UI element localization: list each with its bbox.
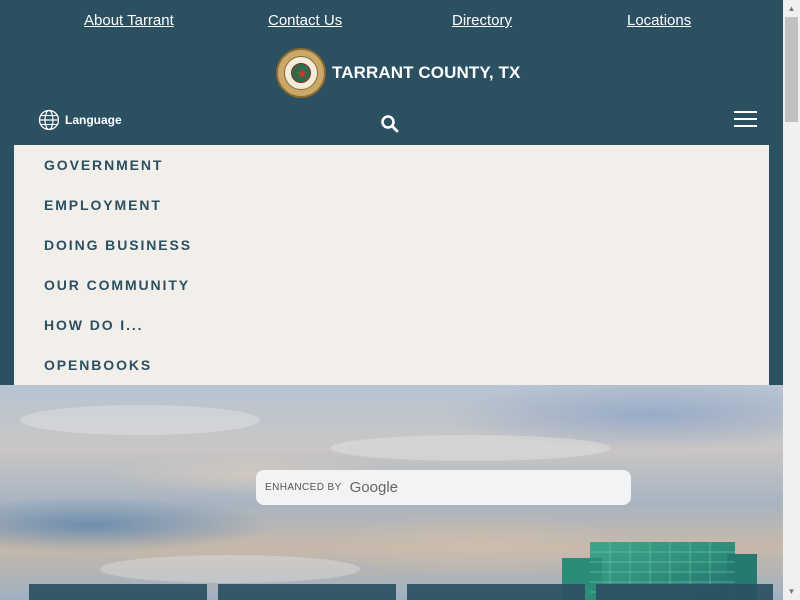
cloud-shape [100, 555, 360, 583]
search-enhanced-label: ENHANCED BY [265, 482, 342, 493]
nav-item-our-community[interactable]: OUR COMMUNITY [44, 277, 190, 293]
nav-item-government[interactable]: GOVERNMENT [44, 157, 163, 173]
top-links: About Tarrant Contact Us Directory Locat… [0, 0, 783, 40]
main-nav-menu: GOVERNMENT EMPLOYMENT DOING BUSINESS OUR… [14, 145, 769, 385]
seal-inner-ring: ★ [284, 56, 318, 90]
nav-item-doing-business[interactable]: DOING BUSINESS [44, 237, 192, 253]
quick-link-tile[interactable] [218, 584, 396, 600]
site-search-input[interactable]: ENHANCED BY Google [256, 470, 631, 505]
quick-link-tile[interactable] [596, 584, 773, 600]
locations-link[interactable]: Locations [627, 12, 691, 29]
hamburger-menu-button[interactable] [734, 111, 758, 131]
about-tarrant-link[interactable]: About Tarrant [84, 12, 174, 29]
nav-item-openbooks[interactable]: OPENBOOKS [44, 357, 152, 373]
cloud-shape [20, 405, 260, 435]
seal-core: ★ [291, 63, 311, 83]
language-selector[interactable]: Language [38, 109, 122, 131]
scroll-down-arrow-icon[interactable]: ▼ [783, 583, 800, 600]
home-logo-link[interactable]: ★ TARRANT COUNTY, TX [276, 48, 520, 98]
contact-us-link[interactable]: Contact Us [268, 12, 342, 29]
quick-link-tile[interactable] [29, 584, 207, 600]
site-title: TARRANT COUNTY, TX [332, 63, 521, 82]
hamburger-icon [734, 111, 758, 127]
scrollbar-thumb[interactable] [785, 17, 798, 122]
hero-banner: ENHANCED BY Google [0, 385, 783, 600]
county-seal-logo: ★ [276, 48, 326, 98]
nav-item-employment[interactable]: EMPLOYMENT [44, 197, 162, 213]
search-provider-logo: Google [349, 479, 399, 496]
page-scrollbar[interactable]: ▲ ▼ [783, 0, 800, 600]
globe-icon [38, 109, 60, 131]
search-button[interactable] [380, 114, 400, 134]
directory-link[interactable]: Directory [452, 12, 512, 29]
nav-item-how-do-i[interactable]: HOW DO I... [44, 317, 143, 333]
quick-link-tile[interactable] [407, 584, 585, 600]
star-icon: ★ [296, 66, 308, 81]
language-label: Language [65, 113, 122, 127]
page: About Tarrant Contact Us Directory Locat… [0, 0, 783, 600]
search-icon [381, 115, 399, 133]
scroll-up-arrow-icon[interactable]: ▲ [783, 0, 800, 17]
cloud-shape [330, 435, 610, 461]
